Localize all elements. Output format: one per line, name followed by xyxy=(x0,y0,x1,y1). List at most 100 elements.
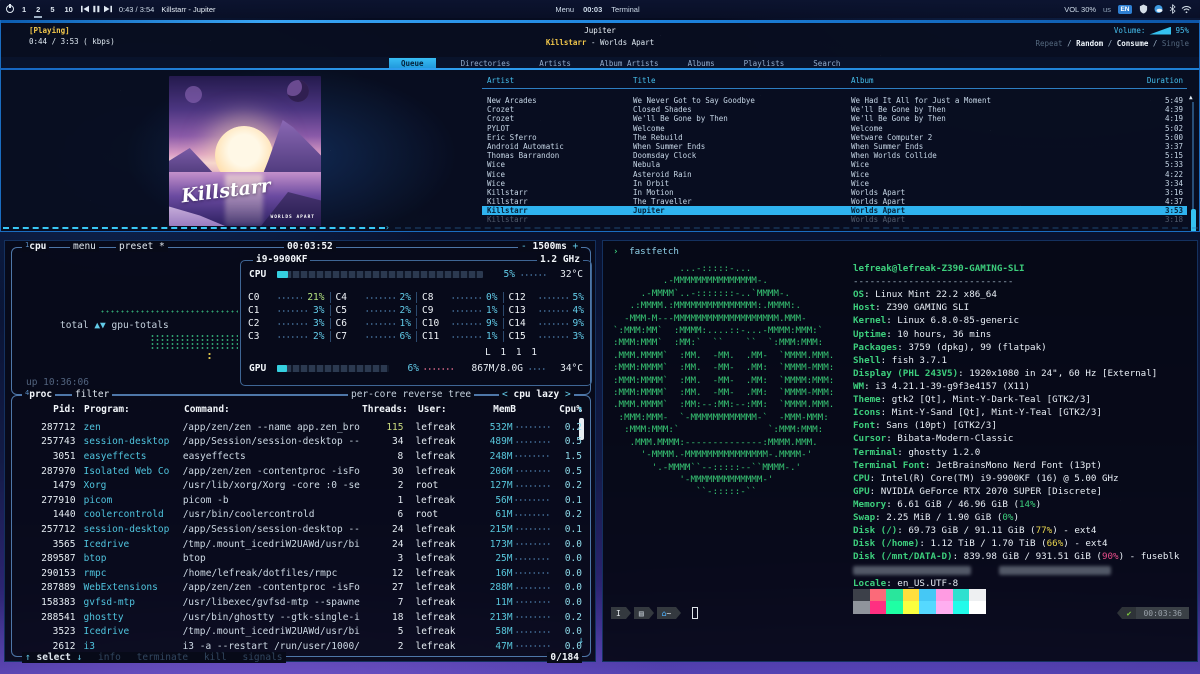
process-row[interactable]: 257743 session-desktop/app/Session/sessio… xyxy=(22,435,582,450)
workspace-1[interactable]: 1 xyxy=(21,5,27,14)
previous-track-icon[interactable] xyxy=(80,5,89,13)
process-row[interactable]: 289587 btop btop 3 lefreak 25M 0.0 xyxy=(22,551,582,566)
process-row[interactable]: 257712 session-desktop/app/Session/sessio… xyxy=(22,522,582,537)
column-command[interactable]: Command: xyxy=(184,404,362,415)
preset-button[interactable]: preset * xyxy=(116,241,168,252)
menu-button[interactable]: Menu xyxy=(555,5,574,14)
menu-button[interactable]: menu xyxy=(70,241,99,252)
scroll-down-icon[interactable]: ↓ xyxy=(578,635,584,646)
tab-artists[interactable]: Artists xyxy=(535,58,575,69)
process-row[interactable]: 277910 picom picom -b 1 lefreak 56M 0.1 xyxy=(22,493,582,508)
queue-row[interactable]: Killstarr In Motion Worlds Apart 3:16 xyxy=(482,188,1187,197)
cpu-graph-label[interactable]: total ▲▼ gpu-totals xyxy=(60,320,169,331)
queue-row[interactable]: Crozet Closed Shades We'll Be Gone by Then… xyxy=(482,105,1187,114)
terminate-button[interactable]: terminate xyxy=(137,652,188,663)
tab-album-artists[interactable]: Album Artists xyxy=(596,58,663,69)
queue-row[interactable]: Thomas Barrandon Doomsday Clock When World… xyxy=(482,151,1187,160)
tab-playlists[interactable]: Playlists xyxy=(740,58,789,69)
queue-row[interactable]: Killstarr Jupiter Worlds Apart 3:53 xyxy=(482,206,1187,216)
process-row[interactable]: 287889 WebExtensions/app/zen/zen -content… xyxy=(22,581,582,596)
filter-button[interactable]: filter xyxy=(72,389,113,400)
system-info-list: lefreak@lefreak-Z390-GAMING-SLI ---------… xyxy=(853,262,1193,590)
column-duration[interactable]: Duration xyxy=(1123,76,1183,85)
leader-dots xyxy=(514,455,551,458)
sort-direction-icon[interactable]: ↑ xyxy=(577,404,583,415)
select-button[interactable]: select xyxy=(36,652,70,663)
select-up-icon[interactable]: ↑ xyxy=(25,652,31,663)
cell-user: lefreak xyxy=(415,596,456,608)
sort-next-button[interactable]: > xyxy=(565,389,571,400)
queue-row[interactable]: Killstarr The Traveller Worlds Apart 4:37 xyxy=(482,197,1187,206)
volume-indicator[interactable]: VOL 30% xyxy=(1064,5,1096,14)
column-threads[interactable]: Threads: xyxy=(362,404,408,415)
column-mem[interactable]: MemB xyxy=(474,404,516,415)
volume-ramp-icon[interactable] xyxy=(1149,26,1172,35)
shield-icon[interactable] xyxy=(1139,4,1148,14)
column-pid[interactable]: Pid: xyxy=(22,404,76,415)
process-row[interactable]: 290153 rmpc/home/lefreak/dotfiles/rmpc 12 l… xyxy=(22,566,582,581)
toggle-separator: / xyxy=(1062,39,1077,48)
cpu-box-title[interactable]: 1cpu xyxy=(22,241,50,252)
queue-row[interactable]: Wice Nebula Wice 5:33 xyxy=(482,160,1187,169)
process-row[interactable]: 3523 Icedrive/tmp/.mount_icedriW2UAWd/usr… xyxy=(22,624,582,639)
queue-row[interactable]: PYLOT Welcome Welcome 5:02 xyxy=(482,124,1187,133)
process-row[interactable]: 1479 Xorg/usr/lib/xorg/Xorg -core :0 -se 2… xyxy=(22,478,582,493)
cell-artist: New Arcades xyxy=(487,96,537,105)
process-row[interactable]: 158383 gvfsd-mtp/usr/libexec/gvfsd-mtp --… xyxy=(22,595,582,610)
interval-plus-button[interactable]: + xyxy=(573,241,579,252)
next-track-icon[interactable] xyxy=(103,5,112,13)
info-button[interactable]: info xyxy=(98,652,121,663)
workspace-2[interactable]: 2 xyxy=(34,5,43,18)
song-progress-bar[interactable]: › xyxy=(3,224,1198,231)
terminal-cursor[interactable] xyxy=(692,607,699,619)
process-row[interactable]: 287712 zen/app/zen/zen --name app.zen_bro… xyxy=(22,420,582,435)
keyboard-layout[interactable]: us xyxy=(1103,5,1111,14)
tab-directories[interactable]: Directories xyxy=(457,58,515,69)
column-program[interactable]: Program: xyxy=(84,404,184,415)
proc-options[interactable]: per-core reverse tree xyxy=(348,389,475,400)
process-row[interactable]: 1440 coolercontrold/usr/bin/coolercontrol… xyxy=(22,508,582,523)
column-album[interactable]: Album xyxy=(851,76,1123,85)
sort-prev-button[interactable]: < xyxy=(502,389,508,400)
weather-icon[interactable] xyxy=(1153,4,1164,14)
queue-row[interactable]: Killstarr Worlds Apart 3:18 xyxy=(482,215,1187,224)
cell-mem: 47M xyxy=(495,640,513,652)
process-row[interactable]: 3051 easyeffects easyeffects 8 lefreak 248M 1.… xyxy=(22,449,582,464)
sort-selector[interactable]: < cpu lazy > xyxy=(499,389,574,400)
power-icon[interactable] xyxy=(6,3,14,13)
queue-row[interactable]: Crozet We'll Be Gone by Then We'll Be Gone… xyxy=(482,114,1187,123)
tab-search[interactable]: Search xyxy=(809,58,844,69)
process-row[interactable]: 288541 ghostty/usr/bin/ghostty --gtk-sing… xyxy=(22,610,582,625)
cell-pid: 257712 xyxy=(41,523,76,535)
cell-title: Nebula xyxy=(633,160,661,170)
tab-albums[interactable]: Albums xyxy=(684,58,719,69)
column-artist[interactable]: Artist xyxy=(487,76,633,85)
queue-row[interactable]: Wice Asteroid Rain Wice 4:22 xyxy=(482,170,1187,179)
workspace-5[interactable]: 5 xyxy=(49,5,55,14)
pause-icon[interactable] xyxy=(93,5,100,13)
cell-duration: 5:00 xyxy=(1164,132,1183,142)
process-row[interactable]: 287970 Isolated Web Co/app/zen/zen -conte… xyxy=(22,464,582,479)
workspace-10[interactable]: 10 xyxy=(64,5,74,14)
cell-mem: 288M xyxy=(489,582,513,594)
column-title[interactable]: Title xyxy=(633,76,851,85)
queue-row[interactable]: Eric Sferro The Rebuild Wetware Computer 2… xyxy=(482,133,1187,142)
update-interval[interactable]: - 1500ms + xyxy=(518,241,582,252)
signals-button[interactable]: signals xyxy=(242,652,282,663)
queue-row[interactable]: Wice In Orbit Wice 3:34 xyxy=(482,179,1187,188)
queue-row[interactable]: Android Automatic When Summer Ends When Su… xyxy=(482,142,1187,151)
queue-row[interactable]: New Arcades We Never Got to Say Goodbye We… xyxy=(482,96,1187,105)
process-row[interactable]: 3565 Icedrive/tmp/.mount_icedriW2UAWd/usr… xyxy=(22,537,582,552)
column-user[interactable]: User: xyxy=(418,404,474,415)
tab-queue[interactable]: Queue xyxy=(389,57,436,69)
language-badge[interactable]: EN xyxy=(1117,4,1132,14)
select-down-icon[interactable]: ↓ xyxy=(77,652,83,663)
bluetooth-icon[interactable] xyxy=(1169,4,1176,14)
scroll-up-icon[interactable]: ▲ xyxy=(1189,94,1193,101)
wifi-icon[interactable] xyxy=(1181,5,1192,14)
interval-minus-button[interactable]: - xyxy=(521,241,527,252)
cell-artist: PYLOT xyxy=(487,123,510,133)
proc-box-title[interactable]: 4proc xyxy=(22,389,56,400)
queue-scrollbar[interactable]: ▲ ▼ xyxy=(1189,94,1197,231)
kill-button[interactable]: kill xyxy=(204,652,227,663)
